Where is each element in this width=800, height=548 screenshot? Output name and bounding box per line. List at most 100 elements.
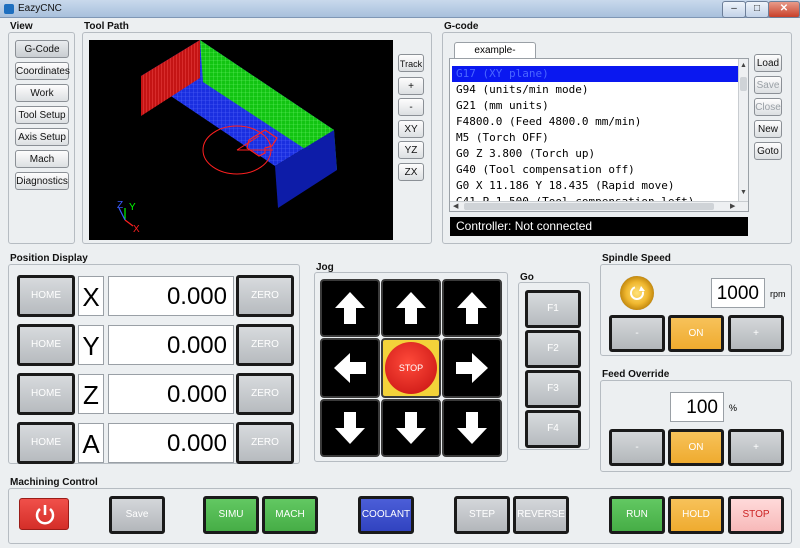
go-f4-button[interactable]: F4 (525, 410, 581, 448)
view-diagnostics-button[interactable]: Diagnostics (15, 172, 69, 190)
jog-z-down-button[interactable] (320, 399, 380, 457)
jog-x-plus-button[interactable] (442, 338, 502, 398)
go-f1-button[interactable]: F1 (525, 290, 581, 328)
gcode-horizontal-scrollbar[interactable]: ◀ ▶ (450, 201, 748, 211)
feed-increase-button[interactable]: + (728, 429, 784, 466)
jog-a-up-button[interactable] (442, 279, 502, 337)
scroll-up-icon[interactable]: ▲ (740, 62, 747, 72)
axis-y-value: 0.000 (108, 325, 234, 365)
view-label: View (10, 21, 33, 32)
axis-a-value: 0.000 (108, 423, 234, 463)
spindle-decrease-button[interactable]: - (609, 315, 665, 352)
vertical-scroll-thumb[interactable] (740, 77, 747, 91)
spindle-rotation-icon (630, 286, 645, 300)
view-zx-button[interactable]: ZX (398, 163, 424, 181)
jog-y-plus-button[interactable] (381, 279, 441, 337)
view-mach-setup-button[interactable]: Mach Setup (15, 150, 69, 183)
axis-y-label: Y (129, 202, 136, 213)
axis-a-letter: A (78, 423, 104, 463)
machining-stop-button[interactable]: STOP (728, 496, 784, 534)
home-z-button[interactable]: HOME (17, 373, 75, 415)
feed-override-unit: % (729, 403, 738, 413)
gcode-line[interactable]: G21 (mm units) (452, 98, 738, 114)
zoom-out-button[interactable]: - (398, 98, 424, 116)
machining-save-button[interactable]: Save (109, 496, 165, 534)
go-f2-button[interactable]: F2 (525, 330, 581, 368)
arrow-up-icon (457, 292, 487, 324)
gcode-new-button[interactable]: New (754, 120, 782, 138)
position-display-label: Position Display (10, 253, 88, 264)
home-a-button[interactable]: HOME (17, 422, 75, 464)
axis-z-letter: Z (78, 374, 104, 414)
run-button[interactable]: RUN (609, 496, 665, 534)
gcode-close-button[interactable]: Close (754, 98, 782, 116)
zoom-in-button[interactable]: + (398, 77, 424, 95)
track-button[interactable]: Track (398, 54, 424, 72)
view-tool-setup-button[interactable]: Tool Setup (15, 106, 69, 124)
jog-z-up-button[interactable] (320, 279, 380, 337)
step-button[interactable]: STEP (454, 496, 510, 534)
gcode-line[interactable]: G0 X 11.186 Y 18.435 (Rapid move) (452, 178, 738, 194)
zero-z-button[interactable]: ZERO (236, 373, 294, 415)
gcode-lines: G17 (XY plane) G94 (units/min mode) G21 … (452, 66, 738, 210)
gcode-line[interactable]: F4800.0 (Feed 4800.0 mm/min) (452, 114, 738, 130)
gcode-line-selected[interactable]: G17 (XY plane) (452, 66, 738, 82)
gcode-save-button[interactable]: Save (754, 76, 782, 94)
home-y-button[interactable]: HOME (17, 324, 75, 366)
feed-override-value[interactable]: 100 (670, 392, 724, 422)
view-gcode-button[interactable]: G-Code (15, 40, 69, 58)
scroll-right-icon[interactable]: ▶ (730, 202, 735, 210)
gcode-editor[interactable]: G17 (XY plane) G94 (units/min mode) G21 … (449, 58, 749, 212)
go-f3-button[interactable]: F3 (525, 370, 581, 408)
spindle-speed-label: Spindle Speed (602, 253, 671, 264)
axis-x-label: X (133, 224, 140, 235)
arrow-left-icon (334, 353, 366, 383)
toolpath-canvas[interactable]: Z Y X (89, 40, 393, 240)
gcode-line[interactable]: G40 (Tool compensation off) (452, 162, 738, 178)
jog-y-minus-button[interactable] (381, 399, 441, 457)
gcode-vertical-scrollbar[interactable]: ▲ ▼ (738, 59, 748, 201)
close-window-button[interactable]: ✕ (768, 1, 800, 18)
view-work-offsets-button[interactable]: Work Offsets (15, 84, 69, 117)
axis-x-value: 0.000 (108, 276, 234, 316)
zero-a-button[interactable]: ZERO (236, 422, 294, 464)
gcode-line[interactable]: G94 (units/min mode) (452, 82, 738, 98)
app-icon (4, 4, 14, 14)
feed-decrease-button[interactable]: - (609, 429, 665, 466)
view-xy-button[interactable]: XY (398, 120, 424, 138)
zero-x-button[interactable]: ZERO (236, 275, 294, 317)
machining-control-label: Machining Control (10, 477, 98, 488)
spindle-on-button[interactable]: ON (668, 315, 724, 352)
jog-a-down-button[interactable] (442, 399, 502, 457)
power-button[interactable] (19, 498, 69, 530)
hold-button[interactable]: HOLD (668, 496, 724, 534)
scroll-left-icon[interactable]: ◀ (453, 202, 458, 210)
reverse-button[interactable]: REVERSE (513, 496, 569, 534)
maximize-button[interactable]: □ (745, 1, 769, 18)
coolant-button[interactable]: COOLANT (358, 496, 414, 534)
jog-x-minus-button[interactable] (320, 338, 380, 398)
axis-x-letter: X (78, 276, 104, 316)
gcode-file-tab[interactable]: example-gcode.txt (454, 42, 536, 72)
gcode-goto-button[interactable]: Goto (754, 142, 782, 160)
axis-y-letter: Y (78, 325, 104, 365)
gcode-line[interactable]: M5 (Torch OFF) (452, 130, 738, 146)
mach-button[interactable]: MACH (262, 496, 318, 534)
axis-x-line (124, 219, 134, 227)
minimize-button[interactable]: – (722, 1, 746, 18)
home-x-button[interactable]: HOME (17, 275, 75, 317)
spindle-speed-value[interactable]: 1000 (711, 278, 765, 308)
gcode-line[interactable]: G0 Z 3.800 (Torch up) (452, 146, 738, 162)
view-coordinates-button[interactable]: Coordinates (15, 62, 70, 80)
view-axis-setup-button[interactable]: Axis Setup (15, 128, 69, 146)
simu-button[interactable]: SIMU (203, 496, 259, 534)
window-titlebar: EazyCNC – □ ✕ (0, 0, 800, 18)
zero-y-button[interactable]: ZERO (236, 324, 294, 366)
gcode-load-button[interactable]: Load (754, 54, 782, 72)
jog-stop-button[interactable]: STOP (385, 342, 437, 394)
view-yz-button[interactable]: YZ (398, 141, 424, 159)
scroll-down-icon[interactable]: ▼ (740, 189, 747, 199)
spindle-increase-button[interactable]: + (728, 315, 784, 352)
feed-on-button[interactable]: ON (668, 429, 724, 466)
horizontal-scroll-thumb[interactable] (464, 203, 714, 210)
